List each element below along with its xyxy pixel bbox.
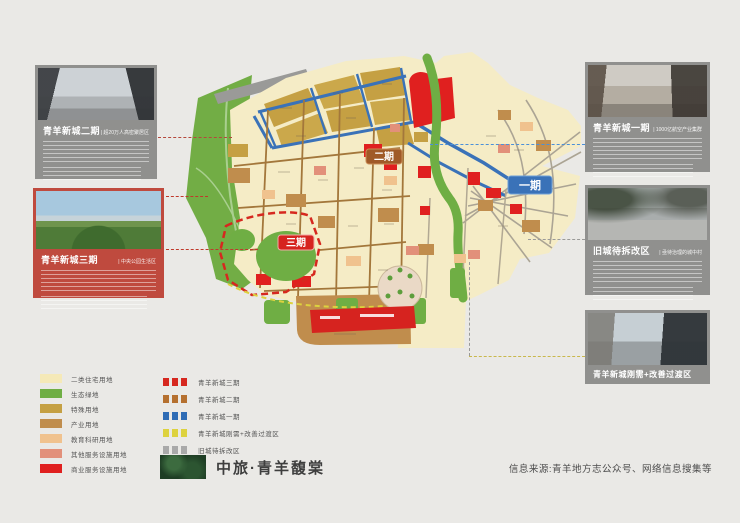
legend-label: 商业服务设施用地 <box>71 464 127 474</box>
legend-item: 产业用地 <box>40 419 127 428</box>
card-phase3: 青羊新城三期 | 中央公园生活区 <box>33 188 164 298</box>
phase2-subtitle: | 超20万人高密聚居区 <box>101 129 149 136</box>
oldtown-title: 旧城待拆改区 <box>593 244 650 257</box>
svg-text:一期: 一期 <box>519 178 541 192</box>
legend-swatch <box>40 449 62 458</box>
phase1-title: 青羊新城一期 <box>593 121 650 134</box>
legend-label: 生态绿地 <box>71 389 99 399</box>
legend-swatch <box>40 464 62 473</box>
legend-label: 青羊新城三期 <box>198 377 240 387</box>
card-phase1: 青羊新城一期 | 1000亿航空产业集群 <box>585 62 710 172</box>
phase2-badge: 二期 <box>366 149 402 164</box>
legend-item: 二类住宅用地 <box>40 374 127 383</box>
phase3-title: 青羊新城三期 <box>41 253 98 266</box>
phase3-subtitle: | 中央公园生活区 <box>118 258 156 265</box>
oldtown-subtitle: | 亟待治理的城中村 <box>659 249 702 256</box>
phase2-title: 青羊新城二期 <box>43 124 100 137</box>
legend-dash-swatch <box>163 378 189 386</box>
legend-label: 产业用地 <box>71 419 99 429</box>
transition-title: 青羊新城刚需+改善过渡区 <box>593 369 692 380</box>
source-note: 信息来源:青羊地方志公众号、网络信息搜集等 <box>509 461 712 475</box>
legend-label: 二类住宅用地 <box>71 374 113 384</box>
legend-label: 青羊新城二期 <box>198 394 240 404</box>
phase2-bodytext2 <box>43 167 141 180</box>
legend-swatch <box>40 434 62 443</box>
legend-label: 特殊用地 <box>71 404 99 414</box>
legend-swatch <box>40 374 62 383</box>
oldtown-bodytext2 <box>593 287 693 300</box>
legend-swatch <box>40 389 62 398</box>
oldtown-photo <box>588 188 707 240</box>
connector-oldtown <box>528 239 585 240</box>
legend-item: 商业服务设施用地 <box>40 464 127 473</box>
legend-item: 青羊新城刚需+改善过渡区 <box>163 428 279 437</box>
legend-label: 教育科研用地 <box>71 434 113 444</box>
connector-phase2 <box>158 137 232 138</box>
brand-logo-image <box>160 455 206 479</box>
legend-dash-swatch <box>163 395 189 403</box>
phase1-bodytext2 <box>593 164 693 177</box>
poster-canvas: 一期 二期 三期 青羊新城二期 | 超20万人高密聚居区 <box>0 0 740 523</box>
legend-item: 青羊新城三期 <box>163 377 279 386</box>
card-oldtown: 旧城待拆改区 | 亟待治理的城中村 <box>585 185 710 295</box>
oldtown-bodytext <box>593 261 702 282</box>
connector-phase3 <box>166 249 258 250</box>
svg-text:三期: 三期 <box>286 236 306 249</box>
phase1-badge: 一期 <box>508 176 552 194</box>
legend-dash-swatch <box>163 446 189 454</box>
svg-text:二期: 二期 <box>374 150 394 163</box>
legend-land-use: 二类住宅用地 生态绿地 特殊用地 产业用地 教育科研用地 其他服务设施用地 商业… <box>40 374 127 479</box>
legend-boundaries: 青羊新城三期 青羊新城二期 青羊新城一期 青羊新城刚需+改善过渡区 旧城待拆改区 <box>163 377 279 462</box>
brand-block: 中旅·青羊馥棠 <box>160 455 325 479</box>
legend-item: 青羊新城二期 <box>163 394 279 403</box>
phase2-photo <box>38 68 154 120</box>
phase1-bodytext <box>593 138 702 159</box>
legend-label: 旧城待拆改区 <box>198 445 240 455</box>
connector-phase3-upper <box>166 196 208 197</box>
planning-map: 一期 二期 三期 <box>168 48 588 378</box>
legend-swatch <box>40 419 62 428</box>
phase2-bodytext <box>43 141 149 162</box>
legend-swatch <box>40 404 62 413</box>
phase1-photo <box>588 65 707 117</box>
connector-transition <box>469 356 585 357</box>
legend-dash-swatch <box>163 429 189 437</box>
legend-label: 青羊新城一期 <box>198 411 240 421</box>
legend-item: 其他服务设施用地 <box>40 449 127 458</box>
legend-dash-swatch <box>163 412 189 420</box>
legend-item: 特殊用地 <box>40 404 127 413</box>
legend-item: 旧城待拆改区 <box>163 445 279 454</box>
card-phase2: 青羊新城二期 | 超20万人高密聚居区 <box>35 65 157 179</box>
phase3-bodytext <box>41 270 156 291</box>
phase3-badge: 三期 <box>278 235 314 250</box>
round-park <box>378 266 422 310</box>
phase1-subtitle: | 1000亿航空产业集群 <box>653 126 702 133</box>
connector-phase1 <box>430 144 585 145</box>
legend-item: 教育科研用地 <box>40 434 127 443</box>
legend-item: 生态绿地 <box>40 389 127 398</box>
legend-label: 青羊新城刚需+改善过渡区 <box>198 428 279 438</box>
transition-photo <box>588 313 707 365</box>
phase3-bodytext2 <box>41 296 147 309</box>
connector-transition-vertical <box>469 262 470 356</box>
card-transition: 青羊新城刚需+改善过渡区 <box>585 310 710 384</box>
brand-logo-text: 中旅·青羊馥棠 <box>216 457 325 478</box>
legend-item: 青羊新城一期 <box>163 411 279 420</box>
phase3-photo <box>36 191 161 249</box>
legend-label: 其他服务设施用地 <box>71 449 127 459</box>
